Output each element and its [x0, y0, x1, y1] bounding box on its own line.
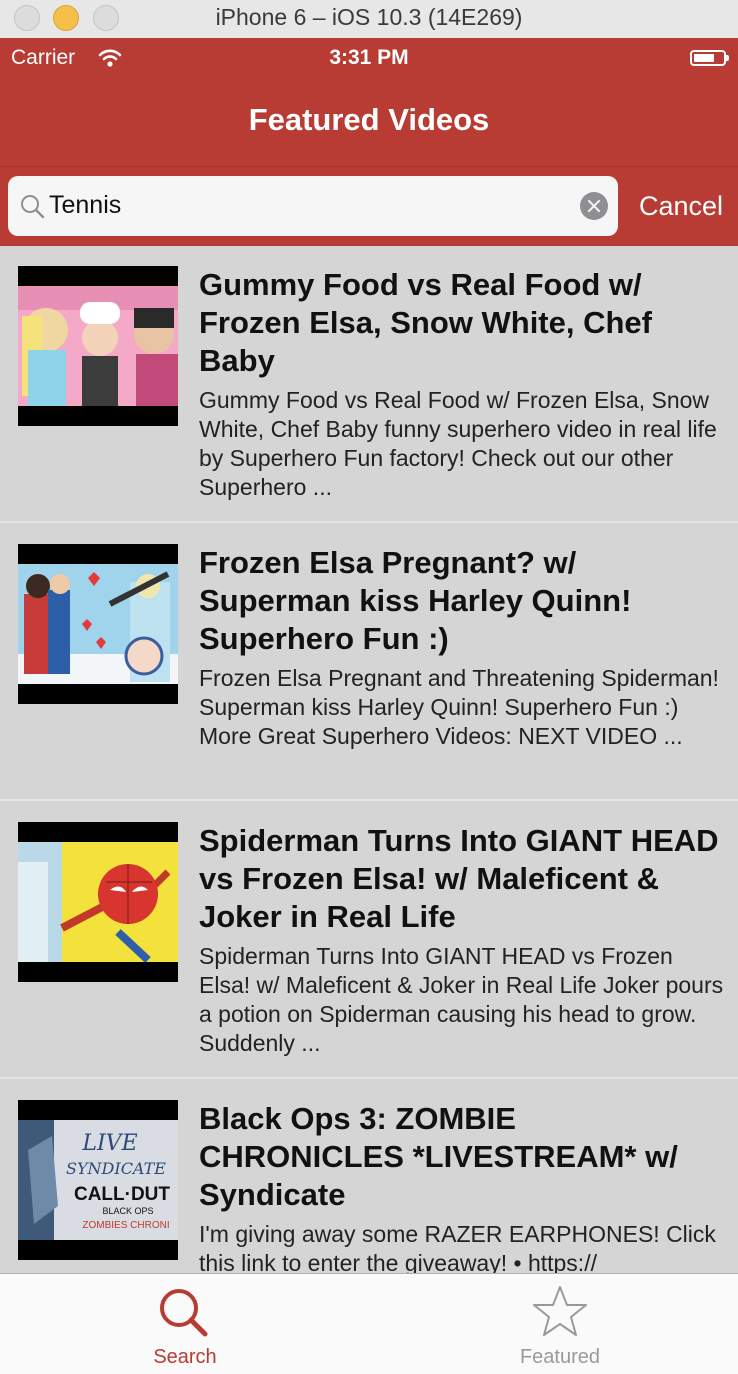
video-title: Frozen Elsa Pregnant? w/ Superman kiss H… — [199, 545, 632, 656]
status-time: 3:31 PM — [329, 46, 409, 69]
tab-search[interactable]: Search — [85, 1274, 285, 1374]
simulator-title: iPhone 6 – iOS 10.3 (14E269) — [215, 4, 523, 30]
nav-divider — [0, 166, 738, 167]
search-input[interactable]: Tennis — [8, 176, 618, 236]
video-thumbnail — [18, 266, 178, 426]
video-thumbnail: LIVE SYNDICATE CALL·DUT BLACK OPS ZOMBIE… — [18, 1100, 178, 1260]
video-row[interactable]: Frozen Elsa Pregnant? w/ Superman kiss H… — [0, 524, 738, 801]
app-header: Carrier 3:31 PM Featured Videos Tennis C… — [0, 38, 738, 246]
video-description: Gummy Food vs Real Food w/ Frozen Elsa, … — [199, 387, 717, 500]
tab-featured[interactable]: Featured — [460, 1274, 660, 1374]
search-query: Tennis — [49, 191, 122, 219]
video-row[interactable]: LIVE SYNDICATE CALL·DUT BLACK OPS ZOMBIE… — [0, 1080, 738, 1273]
search-icon — [155, 1284, 215, 1345]
tab-label: Featured — [519, 1346, 601, 1368]
battery-icon — [690, 50, 729, 66]
video-thumbnail — [18, 822, 178, 982]
video-description: Frozen Elsa Pregnant and Threatening Spi… — [199, 665, 719, 749]
search-icon — [20, 194, 46, 225]
clear-search-button[interactable] — [580, 192, 608, 220]
video-title: Black Ops 3: ZOMBIE CHRONICLES *LIVESTRE… — [199, 1101, 678, 1212]
star-icon — [530, 1284, 590, 1345]
video-thumbnail — [18, 544, 178, 704]
video-title: Gummy Food vs Real Food w/ Frozen Elsa, … — [199, 267, 652, 378]
video-row[interactable]: Gummy Food vs Real Food w/ Frozen Elsa, … — [0, 246, 738, 523]
tab-bar: Search Featured — [0, 1273, 738, 1374]
tab-label: Search — [153, 1346, 217, 1368]
video-row[interactable]: Spiderman Turns Into GIANT HEAD vs Froze… — [0, 802, 738, 1079]
thumb-text-syndicate: SYNDICATE — [66, 1159, 166, 1178]
video-title: Spiderman Turns Into GIANT HEAD vs Froze… — [199, 823, 719, 934]
video-description: Spiderman Turns Into GIANT HEAD vs Froze… — [199, 943, 724, 1056]
thumb-text-callofduty: CALL·DUT — [74, 1184, 170, 1205]
simulator-titlebar: iPhone 6 – iOS 10.3 (14E269) — [0, 0, 738, 39]
thumb-text-zombies: ZOMBIES CHRONI — [82, 1220, 169, 1231]
video-list[interactable]: Gummy Food vs Real Food w/ Frozen Elsa, … — [0, 246, 738, 1273]
thumb-text-live: LIVE — [81, 1131, 137, 1156]
status-bar: Carrier 3:31 PM — [0, 38, 738, 80]
video-description: I'm giving away some RAZER EARPHONES! Cl… — [199, 1221, 716, 1273]
thumb-text-blackops: BLACK OPS — [102, 1206, 153, 1216]
cancel-button[interactable]: Cancel — [639, 191, 723, 222]
page-title: Featured Videos — [248, 102, 490, 137]
